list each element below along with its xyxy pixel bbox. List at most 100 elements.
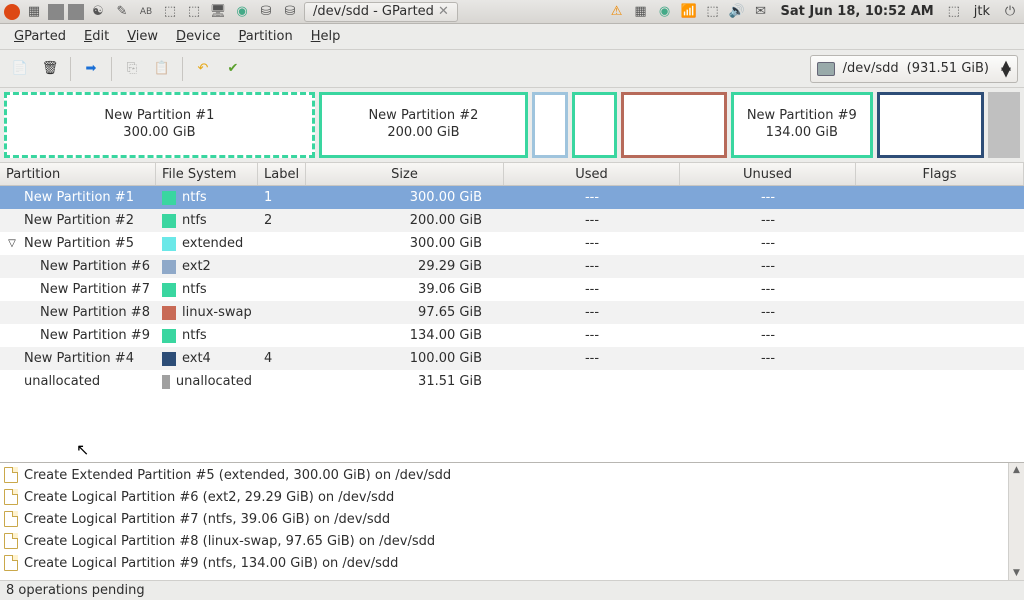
partition-table[interactable]: New Partition #1ntfs1300.00 GiB------New… xyxy=(0,186,1024,462)
col-flags[interactable]: Flags xyxy=(856,163,1024,185)
partition-block[interactable] xyxy=(621,92,727,158)
menu-help[interactable]: Help xyxy=(303,26,349,47)
scrollbar[interactable]: ▲ ▼ xyxy=(1008,463,1024,580)
table-row[interactable]: New Partition #6ext229.29 GiB------ xyxy=(0,255,1024,278)
user-label[interactable]: jtk xyxy=(968,4,996,19)
panel-icon[interactable] xyxy=(68,4,84,20)
panel-icon[interactable]: ⬚ xyxy=(184,2,204,22)
col-size[interactable]: Size xyxy=(306,163,504,185)
disk-icon[interactable]: ⛁ xyxy=(256,2,276,22)
partition-block[interactable]: New Partition #9134.00 GiB xyxy=(731,92,873,158)
partition-block[interactable] xyxy=(532,92,567,158)
operations-list[interactable]: Create Extended Partition #5 (extended, … xyxy=(0,463,1008,580)
cell-unused: --- xyxy=(680,213,856,228)
partition-block[interactable] xyxy=(988,92,1020,158)
apply-button[interactable]: ✔ xyxy=(219,55,247,83)
tray-icon[interactable]: ⬚ xyxy=(703,2,723,22)
network-icon[interactable]: 📶 xyxy=(679,2,699,22)
partition-name: New Partition #4 xyxy=(24,351,134,366)
scroll-up-icon[interactable]: ▲ xyxy=(1013,465,1020,475)
power-icon[interactable]: ⏻ xyxy=(1000,2,1020,22)
panel-icon[interactable]: AB xyxy=(136,2,156,22)
panel-icon[interactable]: ✎ xyxy=(112,2,132,22)
fs-name: ntfs xyxy=(182,190,207,205)
partition-block[interactable] xyxy=(572,92,618,158)
cell-used: --- xyxy=(504,328,680,343)
fs-swatch-icon xyxy=(162,352,176,366)
operation-item[interactable]: Create Extended Partition #5 (extended, … xyxy=(4,464,1004,486)
panel-icon[interactable] xyxy=(48,4,64,20)
document-icon xyxy=(4,533,18,549)
copy-button[interactable]: ⎘ xyxy=(118,55,146,83)
partition-block[interactable] xyxy=(877,92,985,158)
resize-button[interactable]: ➡ xyxy=(77,55,105,83)
cell-unused: --- xyxy=(680,190,856,205)
fs-swatch-icon xyxy=(162,237,176,251)
operation-text: Create Logical Partition #8 (linux-swap,… xyxy=(24,534,435,549)
taskbar-window-button[interactable]: /dev/sdd - GParted ✕ xyxy=(304,2,458,22)
fs-name: linux-swap xyxy=(182,305,252,320)
warning-icon[interactable]: ⚠ xyxy=(607,2,627,22)
device-selector[interactable]: /dev/sdd (931.51 GiB) ▲▼ xyxy=(810,55,1018,83)
panel-icon[interactable]: ▦ xyxy=(24,2,44,22)
pv-size: 200.00 GiB xyxy=(387,125,459,142)
col-label[interactable]: Label xyxy=(258,163,306,185)
mail-icon[interactable]: ✉ xyxy=(751,2,771,22)
operation-item[interactable]: Create Logical Partition #6 (ext2, 29.29… xyxy=(4,486,1004,508)
table-row[interactable]: New Partition #7ntfs39.06 GiB------ xyxy=(0,278,1024,301)
table-row[interactable]: New Partition #1ntfs1300.00 GiB------ xyxy=(0,186,1024,209)
operation-item[interactable]: Create Logical Partition #9 (ntfs, 134.0… xyxy=(4,552,1004,574)
fs-swatch-icon xyxy=(162,191,176,205)
col-unused[interactable]: Unused xyxy=(680,163,856,185)
partition-name: New Partition #7 xyxy=(24,282,150,297)
col-filesystem[interactable]: File System xyxy=(156,163,258,185)
scroll-down-icon[interactable]: ▼ xyxy=(1013,568,1020,578)
table-row[interactable]: New Partition #8linux-swap97.65 GiB-----… xyxy=(0,301,1024,324)
menu-partition[interactable]: Partition xyxy=(231,26,301,47)
clock[interactable]: Sat Jun 18, 10:52 AM xyxy=(775,4,940,19)
ubuntu-icon[interactable] xyxy=(4,4,20,20)
partition-block[interactable]: New Partition #1300.00 GiB xyxy=(4,92,315,158)
delete-button[interactable]: 🗑 xyxy=(36,55,64,83)
tray-icon[interactable]: ▦ xyxy=(631,2,651,22)
table-row[interactable]: New Partition #9ntfs134.00 GiB------ xyxy=(0,324,1024,347)
undo-button[interactable]: ↶ xyxy=(189,55,217,83)
disk-icon[interactable]: ⛁ xyxy=(280,2,300,22)
expander-icon[interactable]: ▽ xyxy=(6,238,18,249)
cell-unused: --- xyxy=(680,351,856,366)
menu-view[interactable]: View xyxy=(119,26,166,47)
chrome-icon[interactable]: ◉ xyxy=(655,2,675,22)
panel-icon[interactable]: 🖥 xyxy=(208,2,228,22)
operation-text: Create Logical Partition #7 (ntfs, 39.06… xyxy=(24,512,390,527)
table-row[interactable]: ▽New Partition #5extended300.00 GiB-----… xyxy=(0,232,1024,255)
operation-item[interactable]: Create Logical Partition #8 (linux-swap,… xyxy=(4,530,1004,552)
chrome-icon[interactable]: ◉ xyxy=(232,2,252,22)
new-button[interactable]: 📄 xyxy=(6,55,34,83)
table-row[interactable]: unallocatedunallocated31.51 GiB xyxy=(0,370,1024,393)
cell-size: 100.00 GiB xyxy=(306,351,504,366)
document-icon xyxy=(4,467,18,483)
operation-item[interactable]: Create Logical Partition #7 (ntfs, 39.06… xyxy=(4,508,1004,530)
pv-size: 300.00 GiB xyxy=(123,125,195,142)
cell-unused: --- xyxy=(680,305,856,320)
fs-swatch-icon xyxy=(162,375,170,389)
device-size: (931.51 GiB) xyxy=(907,61,989,76)
separator xyxy=(111,57,112,81)
partition-visual: New Partition #1300.00 GiBNew Partition … xyxy=(0,88,1024,162)
partition-block[interactable]: New Partition #2200.00 GiB xyxy=(319,92,528,158)
partition-name: New Partition #9 xyxy=(24,328,150,343)
col-used[interactable]: Used xyxy=(504,163,680,185)
menu-gparted[interactable]: GParted xyxy=(6,26,74,47)
table-row[interactable]: New Partition #2ntfs2200.00 GiB------ xyxy=(0,209,1024,232)
user-icon[interactable]: ⬚ xyxy=(944,2,964,22)
menu-edit[interactable]: Edit xyxy=(76,26,117,47)
volume-icon[interactable]: 🔊 xyxy=(727,2,747,22)
paste-button[interactable]: 📋 xyxy=(148,55,176,83)
table-row[interactable]: New Partition #4ext44100.00 GiB------ xyxy=(0,347,1024,370)
menu-device[interactable]: Device xyxy=(168,26,228,47)
panel-icon[interactable]: ☯ xyxy=(88,2,108,22)
cell-used: --- xyxy=(504,236,680,251)
panel-icon[interactable]: ⬚ xyxy=(160,2,180,22)
col-partition[interactable]: Partition xyxy=(0,163,156,185)
close-icon[interactable]: ✕ xyxy=(438,4,449,19)
